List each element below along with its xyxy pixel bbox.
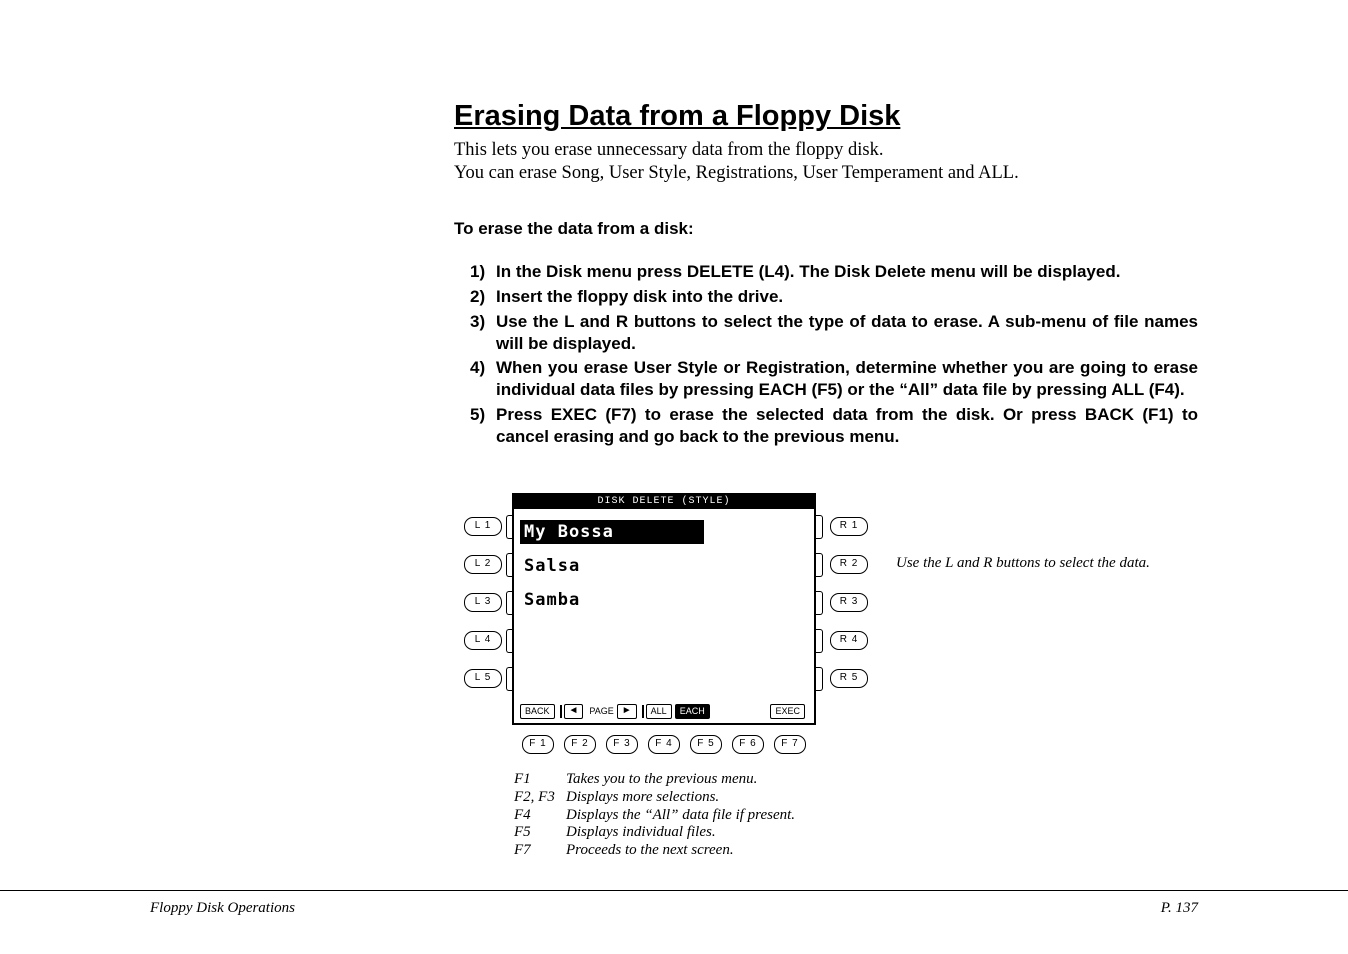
legend-desc: Displays more selections. — [566, 789, 719, 807]
step-text: Insert the floppy disk into the drive. — [496, 286, 1198, 308]
softkey-exec[interactable]: EXEC — [770, 704, 805, 719]
f2-button[interactable]: F 2 — [564, 735, 596, 754]
legend-key: F1 — [514, 771, 566, 789]
r2-button[interactable]: R 2 — [830, 555, 868, 574]
legend-key: F5 — [514, 824, 566, 842]
divider-icon — [642, 705, 644, 718]
l1-button[interactable]: L 1 — [464, 517, 502, 536]
step-text: Use the L and R buttons to select the ty… — [496, 311, 1198, 355]
step-text: In the Disk menu press DELETE (L4). The … — [496, 261, 1198, 283]
l5-button[interactable]: L 5 — [464, 669, 502, 688]
bracket-icon — [816, 515, 823, 539]
lcd-title: DISK DELETE (STYLE) — [514, 495, 814, 509]
f1-button[interactable]: F 1 — [522, 735, 554, 754]
legend-desc: Takes you to the previous menu. — [566, 771, 757, 789]
legend-row: F5Displays individual files. — [514, 824, 1198, 842]
l4-button[interactable]: L 4 — [464, 631, 502, 650]
step-number: 1) — [470, 261, 496, 283]
step-number: 3) — [470, 311, 496, 355]
page-left-icon[interactable]: ◄ — [564, 704, 584, 719]
bracket-icon — [816, 629, 823, 653]
r4-button[interactable]: R 4 — [830, 631, 868, 650]
step-number: 2) — [470, 286, 496, 308]
step-1: 1) In the Disk menu press DELETE (L4). T… — [470, 261, 1198, 283]
steps-list: 1) In the Disk menu press DELETE (L4). T… — [454, 261, 1198, 447]
page-footer: Floppy Disk Operations P. 137 — [150, 900, 1198, 917]
lcd-item[interactable]: Salsa — [520, 554, 704, 578]
footer-section-name: Floppy Disk Operations — [150, 900, 295, 917]
lcd-item — [520, 622, 704, 646]
legend-desc: Displays individual files. — [566, 824, 716, 842]
bracket-icon — [816, 591, 823, 615]
softkey-page-label: PAGE — [589, 706, 613, 716]
lcd-softkey-bar: BACK ◄ PAGE ► ALL EACH EXEC — [514, 703, 814, 719]
f4-button[interactable]: F 4 — [648, 735, 680, 754]
f-keys-row: F 1 F 2 F 3 F 4 F 5 F 6 F 7 — [522, 735, 806, 754]
bracket-icon — [816, 667, 823, 691]
lcd-row-4 — [514, 617, 814, 651]
softkey-all[interactable]: ALL — [646, 704, 672, 719]
intro-line-1: This lets you erase unnecessary data fro… — [454, 140, 884, 160]
page-right-icon[interactable]: ► — [617, 704, 637, 719]
divider-icon — [560, 705, 562, 718]
legend-row: F4Displays the “All” data file if presen… — [514, 807, 1198, 825]
softkey-each-selected[interactable]: EACH — [675, 704, 710, 719]
r5-button[interactable]: R 5 — [830, 669, 868, 688]
side-note: Use the L and R buttons to select the da… — [896, 555, 1150, 572]
step-number: 4) — [470, 357, 496, 401]
intro-line-2: You can erase Song, User Style, Registra… — [454, 163, 1019, 183]
step-4: 4) When you erase User Style or Registra… — [470, 357, 1198, 401]
bracket-icon — [816, 553, 823, 577]
lcd-row-1: My Bossa — [514, 515, 814, 549]
lcd-screen: DISK DELETE (STYLE) My Bossa Salsa Samba… — [512, 493, 816, 725]
procedure-heading: To erase the data from a disk: — [454, 219, 1198, 239]
lcd-assembly: L 1 L 2 L 3 L 4 L 5 R 1 R 2 R 3 R 4 R 5 … — [460, 493, 1200, 753]
lcd-item — [520, 656, 704, 680]
footer-rule — [0, 890, 1348, 891]
step-number: 5) — [470, 404, 496, 448]
legend-desc: Displays the “All” data file if present. — [566, 807, 795, 825]
legend-row: F1Takes you to the previous menu. — [514, 771, 1198, 789]
legend-key: F2, F3 — [514, 789, 566, 807]
lcd-row-3: Samba — [514, 583, 814, 617]
step-text: When you erase User Style or Registratio… — [496, 357, 1198, 401]
footer-page-number: P. 137 — [1161, 900, 1198, 917]
r3-button[interactable]: R 3 — [830, 593, 868, 612]
r1-button[interactable]: R 1 — [830, 517, 868, 536]
legend-row: F2, F3Displays more selections. — [514, 789, 1198, 807]
lcd-rows: My Bossa Salsa Samba — [514, 509, 814, 685]
intro-text: This lets you erase unnecessary data fro… — [454, 139, 1198, 185]
step-2: 2) Insert the floppy disk into the drive… — [470, 286, 1198, 308]
page-title: Erasing Data from a Floppy Disk — [454, 100, 1198, 133]
f7-button[interactable]: F 7 — [774, 735, 806, 754]
f6-button[interactable]: F 6 — [732, 735, 764, 754]
legend-row: F7Proceeds to the next screen. — [514, 842, 1198, 860]
legend-key: F7 — [514, 842, 566, 860]
step-3: 3) Use the L and R buttons to select the… — [470, 311, 1198, 355]
fkey-legend: F1Takes you to the previous menu. F2, F3… — [514, 771, 1198, 859]
softkey-back[interactable]: BACK — [520, 704, 555, 719]
lcd-row-5 — [514, 651, 814, 685]
l3-button[interactable]: L 3 — [464, 593, 502, 612]
lcd-item-selected[interactable]: My Bossa — [520, 520, 704, 544]
page: Erasing Data from a Floppy Disk This let… — [0, 0, 1348, 954]
legend-desc: Proceeds to the next screen. — [566, 842, 734, 860]
content-area: Erasing Data from a Floppy Disk This let… — [454, 100, 1198, 860]
step-text: Press EXEC (F7) to erase the selected da… — [496, 404, 1198, 448]
lcd-row-2: Salsa — [514, 549, 814, 583]
f5-button[interactable]: F 5 — [690, 735, 722, 754]
legend-key: F4 — [514, 807, 566, 825]
f3-button[interactable]: F 3 — [606, 735, 638, 754]
step-5: 5) Press EXEC (F7) to erase the selected… — [470, 404, 1198, 448]
lcd-item[interactable]: Samba — [520, 588, 704, 612]
l2-button[interactable]: L 2 — [464, 555, 502, 574]
